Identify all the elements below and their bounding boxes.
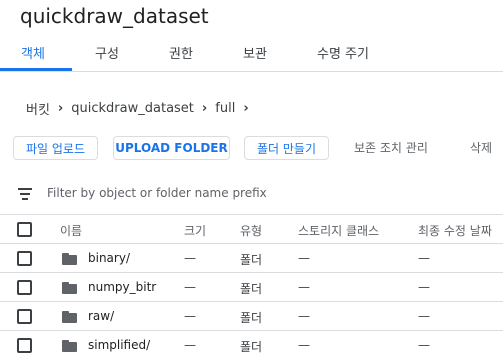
- column-header-type[interactable]: 유형: [240, 222, 262, 239]
- row-name-link[interactable]: raw/: [88, 309, 114, 323]
- filter-input[interactable]: Filter by object or folder name prefix: [47, 186, 267, 200]
- row-size: —: [184, 280, 196, 294]
- row-size: —: [184, 251, 196, 265]
- row-type: 폴더: [240, 311, 263, 325]
- row-last-modified: —: [418, 338, 430, 352]
- folder-icon: [62, 311, 77, 323]
- row-storage-class: —: [298, 280, 310, 294]
- folder-icon: [62, 253, 77, 265]
- breadcrumb: 버킷 › quickdraw_dataset › full ›: [26, 99, 257, 118]
- table-row[interactable]: binary/ — 폴더 — —: [0, 244, 503, 273]
- row-storage-class: —: [298, 338, 310, 352]
- chevron-right-icon: ›: [57, 101, 64, 116]
- breadcrumb-bucket[interactable]: quickdraw_dataset: [71, 101, 194, 116]
- row-size: —: [184, 338, 196, 352]
- row-last-modified: —: [418, 251, 430, 265]
- filter-icon[interactable]: [18, 188, 32, 200]
- folder-icon: [62, 282, 77, 294]
- row-type: 폴더: [240, 340, 263, 354]
- table-row[interactable]: raw/ — 폴더 — —: [0, 302, 503, 331]
- row-checkbox[interactable]: [17, 251, 32, 266]
- column-header-size[interactable]: 크기: [184, 222, 206, 239]
- manage-retention-button[interactable]: 보존 조치 관리: [354, 139, 428, 156]
- row-checkbox[interactable]: [17, 338, 32, 353]
- breadcrumb-buckets[interactable]: 버킷: [26, 99, 50, 118]
- table-row[interactable]: simplified/ — 폴더 — —: [0, 331, 503, 359]
- tab-bar: 객체 구성 권한 보관 수명 주기: [0, 38, 503, 71]
- row-name-link[interactable]: simplified/: [88, 338, 150, 352]
- row-last-modified: —: [418, 309, 430, 323]
- tab-lifecycle[interactable]: 수명 주기: [317, 43, 369, 62]
- row-checkbox[interactable]: [17, 280, 32, 295]
- tab-permissions[interactable]: 권한: [169, 43, 193, 62]
- column-header-name[interactable]: 이름: [60, 222, 82, 239]
- select-all-checkbox[interactable]: [17, 222, 32, 237]
- row-size: —: [184, 309, 196, 323]
- row-storage-class: —: [298, 251, 310, 265]
- upload-files-button[interactable]: 파일 업로드: [13, 136, 98, 160]
- create-folder-button[interactable]: 폴더 만들기: [244, 136, 329, 160]
- tab-configuration[interactable]: 구성: [95, 43, 119, 62]
- column-header-last-modified[interactable]: 최종 수정 날짜: [418, 222, 492, 239]
- row-type: 폴더: [240, 282, 263, 296]
- row-storage-class: —: [298, 309, 310, 323]
- filter-bar: Filter by object or folder name prefix: [0, 178, 503, 208]
- row-checkbox[interactable]: [17, 309, 32, 324]
- upload-folder-button[interactable]: UPLOAD FOLDER: [113, 136, 230, 160]
- folder-icon: [62, 340, 77, 352]
- row-name-link[interactable]: binary/: [88, 251, 130, 265]
- breadcrumb-folder[interactable]: full: [215, 101, 235, 116]
- tab-protection[interactable]: 보관: [243, 43, 267, 62]
- divider: [0, 71, 503, 72]
- table-row[interactable]: numpy_bitr — 폴더 — —: [0, 273, 503, 302]
- chevron-right-icon: ›: [201, 101, 208, 116]
- row-name-link[interactable]: numpy_bitr: [88, 280, 156, 294]
- tab-objects[interactable]: 객체: [21, 43, 45, 62]
- column-header-storage-class[interactable]: 스토리지 클래스: [298, 222, 379, 239]
- table-header: 이름 크기 유형 스토리지 클래스 최종 수정 날짜: [0, 214, 503, 244]
- chevron-right-icon: ›: [243, 101, 249, 116]
- delete-button[interactable]: 삭제: [470, 139, 492, 156]
- row-type: 폴더: [240, 253, 263, 267]
- page-title: quickdraw_dataset: [20, 4, 209, 28]
- row-last-modified: —: [418, 280, 430, 294]
